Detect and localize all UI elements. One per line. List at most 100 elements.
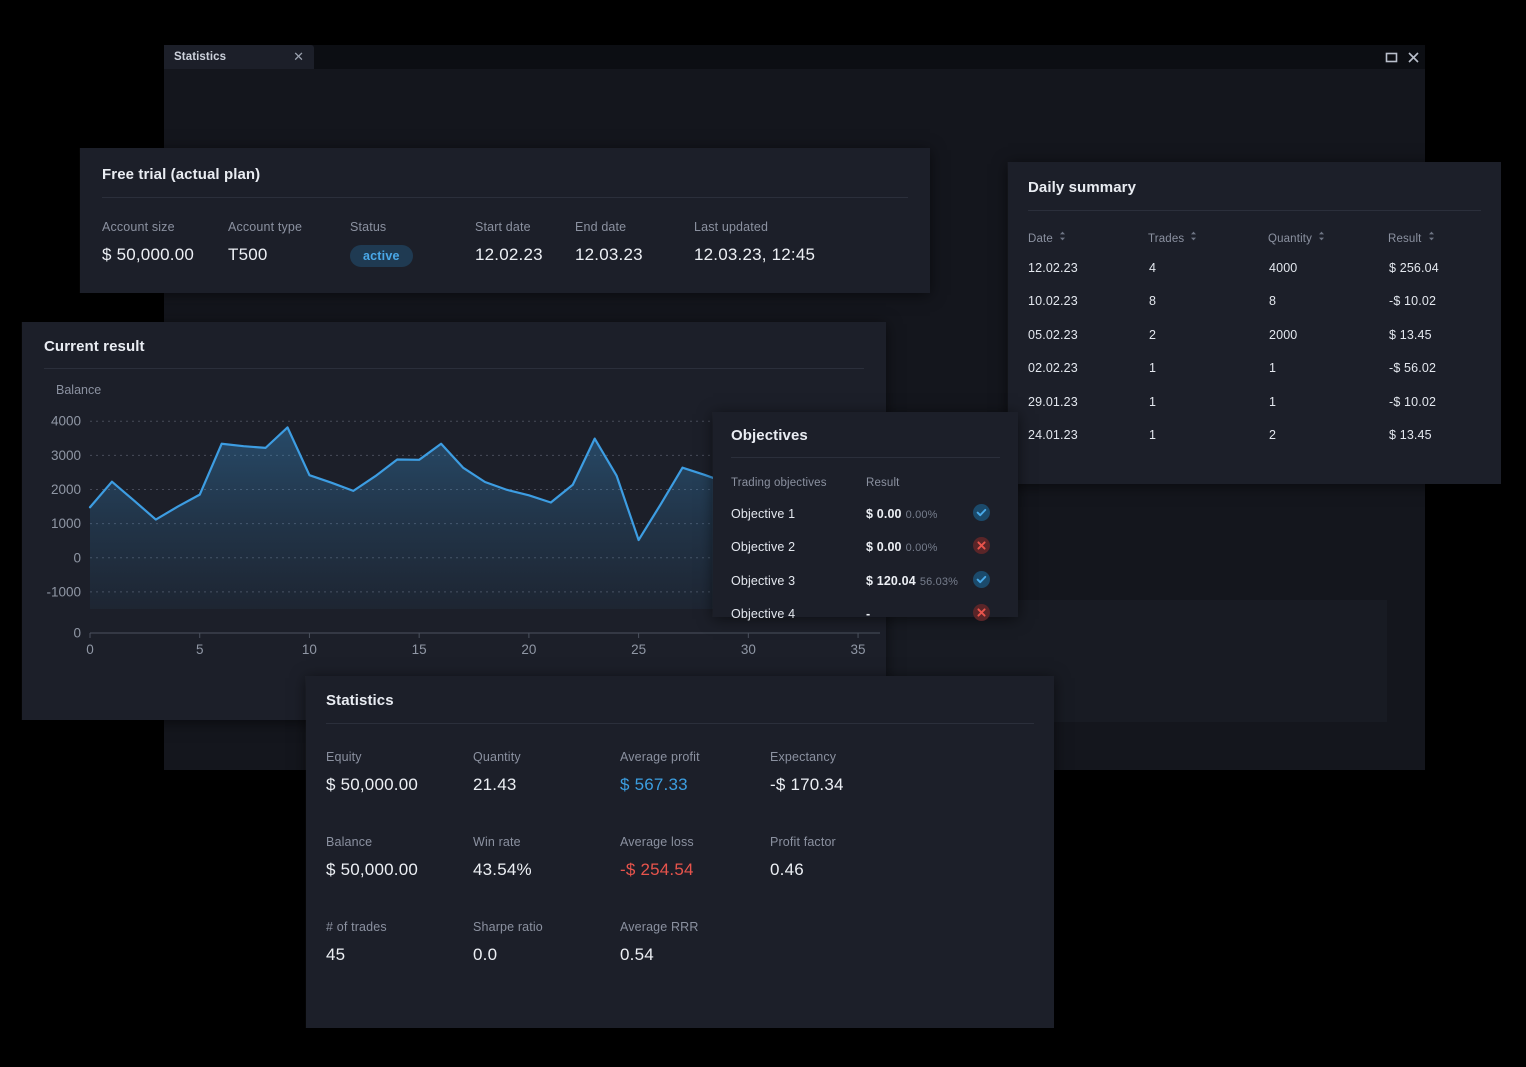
- stat-equity: Equity $ 50,000.00: [326, 750, 473, 795]
- objective-result: $ 0.00 0.00%: [865, 497, 972, 531]
- statistics-title: Statistics: [326, 692, 394, 709]
- objective-name: Objective 1: [731, 506, 796, 521]
- objective-name: Objective 4: [731, 607, 796, 622]
- column-header-status: [972, 469, 1018, 497]
- cell-quantity: 8: [1269, 294, 1277, 309]
- sort-icon[interactable]: [1059, 231, 1066, 244]
- field-label: End date: [575, 220, 627, 234]
- objective-row[interactable]: Objective 4 -: [713, 598, 1018, 632]
- sort-icon[interactable]: [1190, 231, 1197, 244]
- table-row[interactable]: 12.02.23 4 4000 $ 256.04: [1008, 251, 1501, 285]
- sort-icon[interactable]: [1318, 231, 1325, 244]
- objective-name: Objective 2: [731, 540, 796, 555]
- current-result-title: Current result: [44, 338, 145, 355]
- tab-close-icon[interactable]: ✕: [293, 51, 304, 64]
- objective-status: [972, 497, 1018, 531]
- field-label: Account type: [228, 220, 303, 234]
- cell-trades: 2: [1149, 327, 1157, 342]
- sort-icon[interactable]: [1428, 231, 1435, 244]
- objectives-table: Trading objectives Result Objective 1 $ 0.…: [713, 469, 1018, 631]
- column-header-date[interactable]: Date: [1008, 225, 1148, 251]
- free-trial-field-account-size: Account size $ 50,000.00: [102, 220, 228, 267]
- tab-label: Statistics: [174, 51, 227, 63]
- stat-quantity: Quantity 21.43: [473, 750, 620, 795]
- objective-amount: -: [866, 607, 871, 622]
- stat-value: 0.46: [770, 860, 804, 879]
- cell-result: -$ 10.02: [1389, 294, 1437, 309]
- daily-summary-title: Daily summary: [1028, 179, 1137, 196]
- field-value: 12.03.23: [575, 245, 643, 264]
- cell-quantity: 2: [1269, 428, 1277, 443]
- statistics-card: Statistics Equity $ 50,000.00 Quantity 21.4…: [306, 676, 1054, 1028]
- maximize-icon[interactable]: [1385, 51, 1398, 64]
- table-row[interactable]: 05.02.23 2 2000 $ 13.45: [1008, 318, 1501, 352]
- column-label: Trades: [1148, 233, 1185, 245]
- y-tick-label: 1000: [51, 516, 81, 531]
- tab-bar: Statistics ✕: [164, 45, 1425, 69]
- table-body: 12.02.23 4 4000 $ 256.04 10.02.23 8 8 -$ 10.02 0…: [1008, 251, 1501, 452]
- objective-percent: 56.03%: [919, 575, 959, 588]
- stat-value: -$ 254.54: [620, 860, 694, 879]
- objectives-card: Objectives Trading objectives Result Obje…: [713, 412, 1018, 622]
- field-value: 12.03.23, 12:45: [694, 245, 816, 264]
- cross-icon: [973, 604, 990, 622]
- free-trial-card: Free trial (actual plan) Account size $ 5…: [80, 148, 930, 293]
- stat-label: Average profit: [620, 750, 700, 764]
- stat-label: # of trades: [326, 920, 387, 934]
- objective-row[interactable]: Objective 3 $ 120.04 56.03%: [713, 564, 1018, 598]
- column-header-result[interactable]: Result: [1388, 225, 1501, 251]
- column-header-trades[interactable]: Trades: [1148, 225, 1268, 251]
- cell-result: -$ 56.02: [1389, 361, 1437, 376]
- y-tick-label: 4000: [51, 414, 81, 429]
- x-tick-label: 15: [412, 642, 427, 657]
- table-row[interactable]: 29.01.23 1 1 -$ 10.02: [1008, 385, 1501, 419]
- objective-result: $ 0.00 0.00%: [865, 531, 972, 565]
- stat-value: $ 50,000.00: [326, 775, 419, 794]
- stat-value: 21.43: [473, 775, 517, 794]
- free-trial-field-account-type: Account type T500: [228, 220, 350, 267]
- table-row[interactable]: 24.01.23 1 2 $ 13.45: [1008, 419, 1501, 453]
- stat-value: 45: [326, 945, 346, 964]
- column-label: Quantity: [1268, 233, 1313, 245]
- stat-average-profit: Average profit $ 567.33: [620, 750, 770, 795]
- objective-status: [972, 531, 1018, 565]
- cell-result: $ 13.45: [1389, 428, 1432, 443]
- tab-statistics[interactable]: Statistics ✕: [164, 45, 314, 69]
- table-row[interactable]: 10.02.23 8 8 -$ 10.02: [1008, 285, 1501, 319]
- table-body: Objective 1 $ 0.00 0.00% Objective 2 $ 0.00 0…: [713, 497, 1018, 631]
- cell-date: 02.02.23: [1028, 361, 1078, 376]
- free-trial-field-start-date: Start date 12.02.23: [475, 220, 575, 267]
- x-tick-label: 5: [196, 642, 204, 657]
- objective-row[interactable]: Objective 1 $ 0.00 0.00%: [713, 497, 1018, 531]
- window-controls: [1385, 47, 1429, 67]
- y-tick-label: 2000: [51, 482, 81, 497]
- stat-win-rate: Win rate 43.54%: [473, 835, 620, 880]
- column-header-quantity[interactable]: Quantity: [1268, 225, 1388, 251]
- column-header-trading-objectives: Trading objectives: [731, 477, 827, 489]
- stat-label: Equity: [326, 750, 362, 764]
- objectives-header: Objectives: [713, 412, 1018, 458]
- objective-name: Objective 3: [731, 573, 796, 588]
- table-header-row: Trading objectives Result: [713, 469, 1018, 497]
- check-icon: [973, 570, 990, 588]
- statistics-grid: Equity $ 50,000.00 Quantity 21.43 Average pr…: [306, 724, 1054, 965]
- divider: [1028, 210, 1481, 211]
- x-tick-label: 20: [521, 642, 536, 657]
- objective-result: -: [865, 598, 972, 632]
- cell-trades: 1: [1149, 361, 1157, 376]
- stat-label: Balance: [326, 835, 373, 849]
- x-tick-label: 30: [741, 642, 756, 657]
- free-trial-header: Free trial (actual plan): [80, 148, 930, 198]
- free-trial-title: Free trial (actual plan): [102, 166, 261, 183]
- table-row[interactable]: 02.02.23 1 1 -$ 56.02: [1008, 352, 1501, 386]
- stat-label: Profit factor: [770, 835, 836, 849]
- daily-summary-table: Date Trades Quantity Result 12.02.23 4 4000 $ …: [1008, 225, 1501, 452]
- close-icon[interactable]: [1407, 51, 1420, 64]
- cell-result: $ 256.04: [1389, 260, 1439, 275]
- objective-percent: 0.00%: [905, 542, 938, 555]
- stat-value: -$ 170.34: [770, 775, 844, 794]
- cell-trades: 4: [1149, 260, 1157, 275]
- objective-row[interactable]: Objective 2 $ 0.00 0.00%: [713, 531, 1018, 565]
- objective-percent: 0.00%: [905, 508, 938, 521]
- stat-value: 43.54%: [473, 860, 532, 879]
